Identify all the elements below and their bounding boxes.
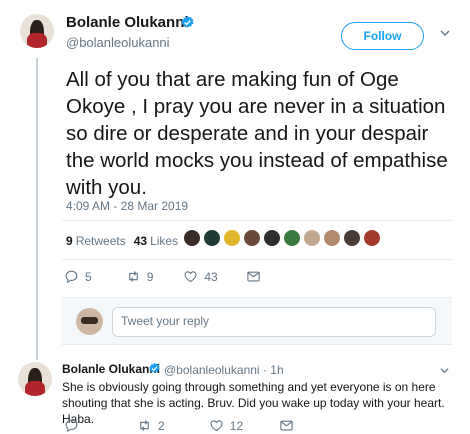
like-button[interactable]: 12: [209, 418, 243, 433]
chevron-down-icon[interactable]: [440, 366, 449, 375]
like-button[interactable]: 43: [183, 269, 218, 284]
liker-avatar[interactable]: [303, 229, 321, 247]
tweet-text: All of you that are making fun of Oge Ok…: [66, 68, 448, 199]
envelope-icon: [247, 271, 260, 282]
liker-avatar[interactable]: [283, 229, 301, 247]
liker-avatar[interactable]: [363, 229, 381, 247]
liker-avatar[interactable]: [223, 229, 241, 247]
author-avatar[interactable]: [20, 14, 54, 48]
tweet-timestamp[interactable]: 4:09 AM - 28 Mar 2019: [66, 199, 188, 213]
like-count: 43: [204, 269, 218, 284]
verified-badge-icon: [181, 15, 194, 28]
direct-message-button[interactable]: [279, 418, 294, 433]
retweets-count: 9: [66, 234, 73, 248]
reply-icon: [65, 419, 78, 433]
reply-author-name[interactable]: Bolanle Olukanni: [62, 362, 160, 376]
liker-avatar[interactable]: [343, 229, 361, 247]
verified-badge-icon: [149, 362, 160, 373]
liker-avatars: [183, 229, 381, 247]
reply-icon: [65, 270, 78, 284]
reply-button[interactable]: [64, 418, 85, 433]
follow-button[interactable]: Follow: [341, 22, 424, 50]
reply-author-avatar[interactable]: [18, 362, 52, 396]
liker-avatar[interactable]: [203, 229, 221, 247]
author-name[interactable]: Bolanle Olukanni: [66, 14, 189, 31]
author-handle[interactable]: @bolanleolukanni: [66, 35, 170, 50]
retweets-stat[interactable]: 9 Retweets: [66, 234, 126, 248]
likes-stat[interactable]: 43 Likes: [134, 234, 178, 248]
retweet-count: 2: [158, 418, 165, 433]
reply-button[interactable]: 5: [64, 269, 92, 284]
liker-avatar[interactable]: [263, 229, 281, 247]
reply-input[interactable]: Tweet your reply: [112, 307, 436, 337]
engagement-stats: 9 Retweets 43 Likes: [66, 234, 178, 248]
liker-avatar[interactable]: [183, 229, 201, 247]
heart-icon: [210, 420, 223, 432]
direct-message-button[interactable]: [246, 269, 261, 284]
reply-author-handle[interactable]: @bolanleolukanni: [164, 363, 260, 377]
reply-actions: 2 12: [64, 418, 294, 433]
retweet-count: 9: [146, 269, 154, 284]
liker-avatar[interactable]: [323, 229, 341, 247]
reply-meta: @bolanleolukanni · 1h: [164, 363, 284, 377]
likes-label: Likes: [150, 234, 179, 248]
reply-composer: Tweet your reply: [62, 297, 452, 345]
thread-connector-line: [36, 58, 38, 360]
retweets-label: Retweets: [75, 234, 126, 248]
divider: [62, 259, 452, 260]
chevron-down-icon[interactable]: [440, 28, 450, 38]
envelope-icon: [280, 420, 293, 431]
retweet-icon: [140, 420, 149, 431]
reply-time[interactable]: 1h: [270, 363, 283, 377]
likes-count: 43: [133, 234, 148, 248]
reply-count: 5: [85, 269, 92, 284]
tweet-actions: 5 9 43: [64, 269, 261, 284]
heart-icon: [184, 271, 197, 283]
like-count: 12: [229, 418, 244, 433]
liker-avatar[interactable]: [243, 229, 261, 247]
retweet-button[interactable]: 9: [126, 269, 154, 284]
divider: [62, 220, 452, 221]
retweet-icon: [128, 271, 138, 282]
current-user-avatar: [76, 308, 103, 335]
retweet-button[interactable]: 2: [137, 418, 165, 433]
